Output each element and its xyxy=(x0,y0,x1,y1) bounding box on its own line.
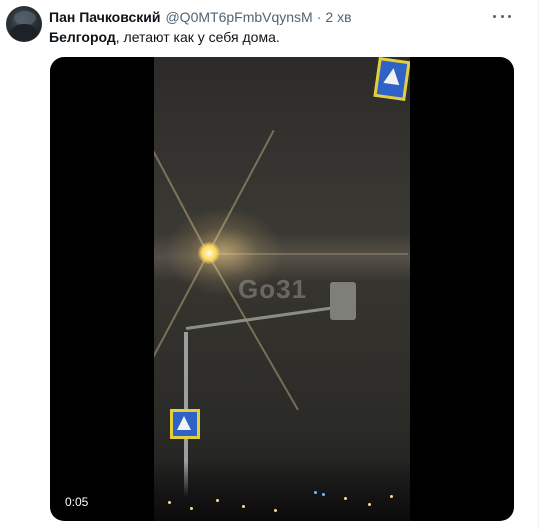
tweet-time[interactable]: 2 хв xyxy=(325,9,351,25)
video-watermark: Go31 xyxy=(238,274,308,304)
avatar[interactable] xyxy=(6,6,42,42)
street-lamp xyxy=(198,242,220,264)
video-player[interactable]: Go31 0:05 xyxy=(50,57,514,521)
hashtag-link[interactable]: Белгород xyxy=(49,29,116,45)
avatar-image-highlight xyxy=(14,11,36,25)
video-frame: Go31 xyxy=(154,57,410,521)
video-timestamp: 0:05 xyxy=(60,493,94,511)
tweet-header: Пан Пачковский @Q0MT6pFmbVqynsM · 2 хв xyxy=(49,8,352,26)
tweet[interactable]: Пан Пачковский @Q0MT6pFmbVqynsM · 2 хв Б… xyxy=(0,0,539,529)
user-handle[interactable]: @Q0MT6pFmbVqynsM xyxy=(165,9,312,25)
crosswalk-sign-icon xyxy=(373,57,410,102)
more-horizontal-icon[interactable] xyxy=(493,9,511,23)
light-ray xyxy=(208,253,408,255)
city-lights xyxy=(154,461,410,521)
lamp-arm xyxy=(185,306,335,330)
avatar-image-shadow xyxy=(11,24,37,40)
separator-dot: · xyxy=(316,9,322,25)
tweet-text-body: , летают как у себя дома. xyxy=(115,29,280,45)
display-name[interactable]: Пан Пачковский xyxy=(49,9,160,25)
crosswalk-sign-icon xyxy=(170,409,200,439)
tweet-text: Белгород, летают как у себя дома. xyxy=(49,28,280,46)
traffic-light xyxy=(330,282,356,320)
